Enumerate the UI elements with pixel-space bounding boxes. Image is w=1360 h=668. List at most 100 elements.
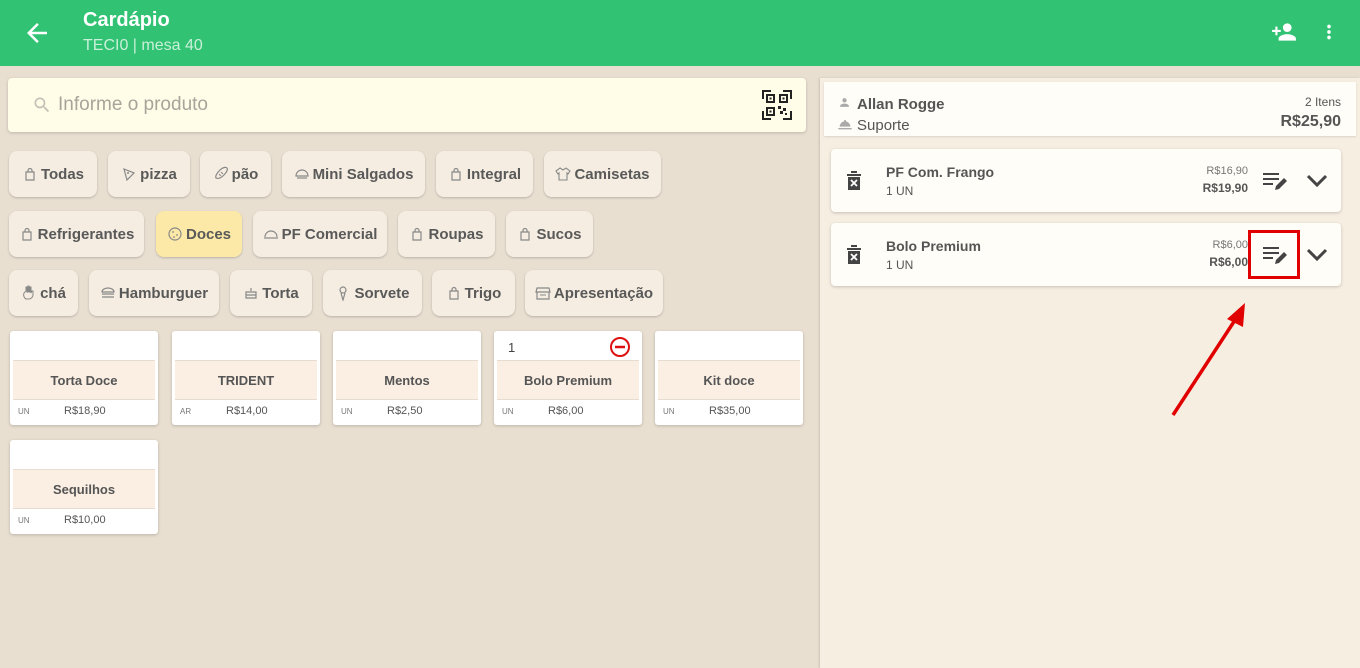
qr-code-icon [762,90,792,120]
product-unit: UN [18,516,30,525]
arrow-left-icon [27,23,47,43]
search-bar [8,78,806,132]
category-chip[interactable]: pão [200,151,271,197]
order-item-price: R$19,90 [1202,181,1248,195]
product-card[interactable]: 1 Bolo Premium UN R$6,00 [494,331,642,425]
category-chip[interactable]: Apresentação [525,270,663,316]
highlight-box [1248,230,1300,279]
icecream-icon [339,286,348,301]
order-item-name: PF Com. Frango [886,164,995,180]
page-title: Cardápio [83,9,170,31]
hand-icon [23,285,34,300]
pizza-icon [123,167,136,182]
category-label: Mini Salgados [312,165,414,183]
product-price: R$35,00 [709,405,751,417]
category-label: Todas [40,165,85,183]
product-name: Torta Doce [13,360,155,400]
back-button[interactable] [22,18,52,48]
chevron-down-icon[interactable] [1306,170,1328,190]
product-card[interactable]: Torta Doce UN R$18,90 [10,331,158,425]
bag-icon [25,167,35,181]
order-item-name: Bolo Premium [886,238,981,254]
bread-icon [214,166,228,179]
category-label: pizza [140,165,177,183]
category-label: Sorvete [354,284,410,302]
category-chip[interactable]: Camisetas [544,151,661,197]
bag-icon [449,286,459,300]
order-item-qty: 1 UN [886,184,914,198]
bag-icon [451,167,461,181]
annotation-arrow [1171,303,1245,416]
category-chip[interactable]: Refrigerantes [9,211,144,257]
order-item-old-price: R$6,00 [1212,239,1248,251]
category-chip[interactable]: Sorvete [323,270,422,316]
edit-note-icon[interactable] [1261,169,1289,193]
category-chip[interactable]: Torta [230,270,312,316]
remove-circle-icon[interactable] [609,336,631,358]
order-total: R$25,90 [1280,113,1342,130]
product-price: R$18,90 [64,405,106,417]
category-label: Trigo [464,284,502,302]
product-card[interactable]: Sequilhos UN R$10,00 [10,440,158,534]
cloche-icon [838,119,852,130]
delete-icon[interactable] [846,243,862,265]
product-name: Kit doce [658,360,800,400]
product-card[interactable]: Mentos UN R$2,50 [333,331,481,425]
snack-icon [294,169,309,179]
product-unit: AR [180,407,192,416]
bag-icon [520,227,531,241]
product-price: R$6,00 [548,405,584,417]
category-label: Roupas [428,225,484,243]
category-chip[interactable]: pizza [108,151,190,197]
burger-icon [101,287,115,298]
product-unit: UN [502,407,514,416]
category-chip[interactable]: Trigo [432,270,515,316]
customer-name: Allan Rogge [857,96,945,113]
order-item-old-price: R$16,90 [1206,165,1248,177]
category-label: Integral [466,165,522,183]
category-label: Apresentação [553,284,654,302]
qr-scan-button[interactable] [761,89,793,121]
app-bar: Cardápio TECI0 | mesa 40 [0,0,1360,66]
product-name: Bolo Premium [497,360,639,400]
page-subtitle: TECI0 | mesa 40 [83,37,203,54]
category-chip[interactable]: Mini Salgados [282,151,425,197]
category-label: Sucos [536,225,582,243]
product-card[interactable]: TRIDENT AR R$14,00 [172,331,320,425]
product-name: Sequilhos [13,469,155,509]
product-price: R$2,50 [387,405,423,417]
order-item-qty: 1 UN [886,258,914,272]
chevron-down-icon[interactable] [1306,244,1328,264]
bag-icon [412,227,423,241]
customer-card[interactable]: Allan Rogge Suporte 2 Itens R$25,90 [824,82,1356,136]
product-unit: UN [18,407,30,416]
product-name: TRIDENT [175,360,317,400]
category-chip[interactable]: Hamburguer [89,270,219,316]
category-chip[interactable]: Doces [156,211,242,257]
category-label: Doces [185,225,232,243]
cloche-icon [263,230,278,239]
add-customer-button[interactable] [1270,19,1298,45]
product-name: Mentos [336,360,478,400]
category-chip[interactable]: Todas [9,151,97,197]
product-unit: UN [663,407,675,416]
order-panel: Allan Rogge Suporte 2 Itens R$25,90 PF C… [820,78,1360,668]
category-chip[interactable]: PF Comercial [253,211,387,257]
category-label: Hamburguer [118,284,209,302]
delete-icon[interactable] [846,169,862,191]
product-price: R$10,00 [64,514,106,526]
product-card[interactable]: Kit doce UN R$35,00 [655,331,803,425]
bag-icon [22,227,32,241]
category-chip[interactable]: Roupas [398,211,495,257]
category-chip[interactable]: chá [9,270,78,316]
customer-role: Suporte [857,117,910,134]
category-chip[interactable]: Integral [436,151,533,197]
search-icon [34,97,50,113]
person-icon [840,98,849,107]
product-price: R$14,00 [226,405,268,417]
more-options-button[interactable] [1318,18,1340,46]
search-input[interactable] [58,89,738,121]
category-label: Refrigerantes [37,225,135,243]
cake-icon [245,288,257,299]
category-chip[interactable]: Sucos [506,211,593,257]
